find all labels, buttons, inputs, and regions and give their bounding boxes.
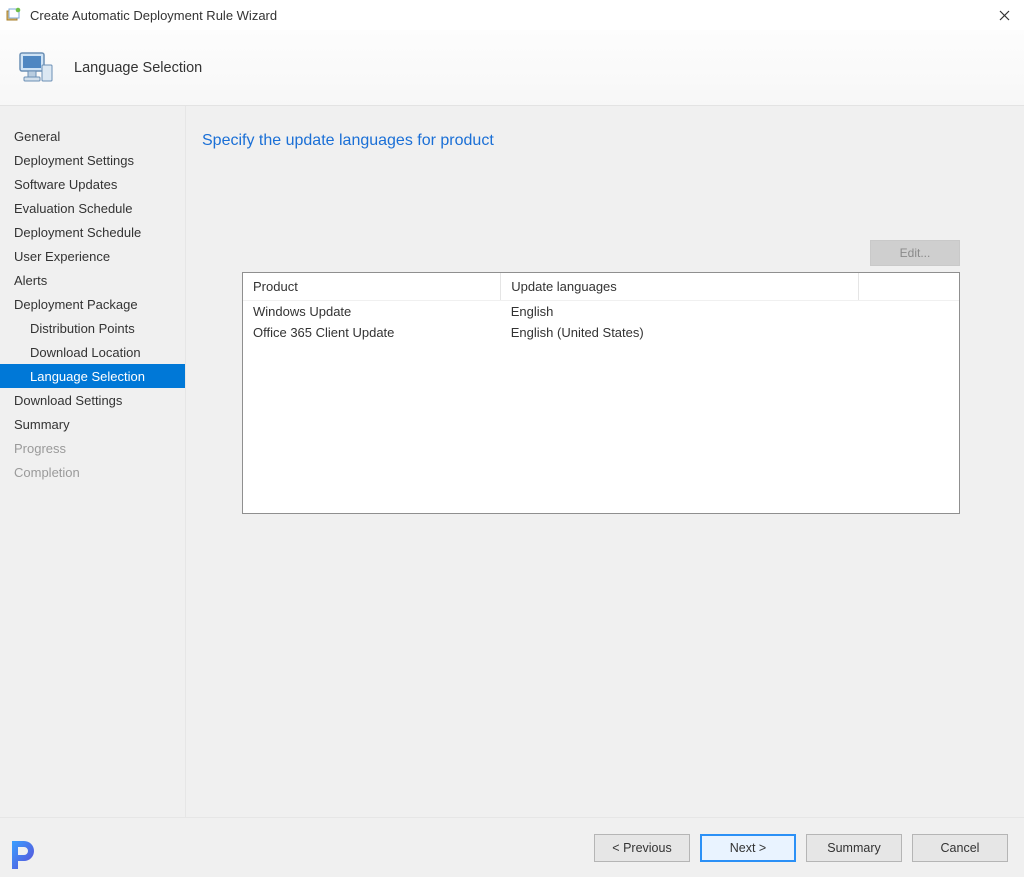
sidebar-item-deployment-package[interactable]: Deployment Package xyxy=(0,292,185,316)
cell-languages: English xyxy=(501,301,859,323)
cancel-button[interactable]: Cancel xyxy=(912,834,1008,862)
cell-product: Windows Update xyxy=(243,301,501,323)
language-grid[interactable]: Product Update languages Windows UpdateE… xyxy=(242,272,960,514)
computer-icon xyxy=(14,47,56,89)
col-languages[interactable]: Update languages xyxy=(501,273,859,301)
sidebar-item-language-selection[interactable]: Language Selection xyxy=(0,364,185,388)
sidebar-item-evaluation-schedule[interactable]: Evaluation Schedule xyxy=(0,196,185,220)
col-product[interactable]: Product xyxy=(243,273,501,301)
titlebar: Create Automatic Deployment Rule Wizard xyxy=(0,0,1024,30)
wizard-main: Specify the update languages for product… xyxy=(186,106,1024,817)
page-heading: Specify the update languages for product xyxy=(202,132,1000,150)
sidebar-item-general[interactable]: General xyxy=(0,124,185,148)
edit-button: Edit... xyxy=(870,240,960,266)
step-title: Language Selection xyxy=(74,60,202,76)
cell-languages: English (United States) xyxy=(501,322,859,343)
table-row[interactable]: Office 365 Client UpdateEnglish (United … xyxy=(243,322,959,343)
sidebar-item-progress: Progress xyxy=(0,436,185,460)
sidebar-item-completion: Completion xyxy=(0,460,185,484)
wizard-icon xyxy=(6,7,22,23)
sidebar-item-download-settings[interactable]: Download Settings xyxy=(0,388,185,412)
wizard-header: Language Selection xyxy=(0,30,1024,106)
wizard-body: GeneralDeployment SettingsSoftware Updat… xyxy=(0,106,1024,817)
sidebar-item-download-location[interactable]: Download Location xyxy=(0,340,185,364)
sidebar-item-distribution-points[interactable]: Distribution Points xyxy=(0,316,185,340)
summary-button[interactable]: Summary xyxy=(806,834,902,862)
sidebar-item-alerts[interactable]: Alerts xyxy=(0,268,185,292)
window-title: Create Automatic Deployment Rule Wizard xyxy=(30,8,277,23)
sidebar-item-deployment-schedule[interactable]: Deployment Schedule xyxy=(0,220,185,244)
sidebar-item-user-experience[interactable]: User Experience xyxy=(0,244,185,268)
table-row[interactable]: Windows UpdateEnglish xyxy=(243,301,959,323)
wizard-footer: < Previous Next > Summary Cancel xyxy=(0,817,1024,877)
sidebar-item-summary[interactable]: Summary xyxy=(0,412,185,436)
wizard-sidebar: GeneralDeployment SettingsSoftware Updat… xyxy=(0,106,186,817)
next-button[interactable]: Next > xyxy=(700,834,796,862)
sidebar-item-deployment-settings[interactable]: Deployment Settings xyxy=(0,148,185,172)
close-icon[interactable] xyxy=(992,6,1016,24)
previous-button[interactable]: < Previous xyxy=(594,834,690,862)
brand-logo-icon xyxy=(6,837,40,871)
cell-product: Office 365 Client Update xyxy=(243,322,501,343)
col-spacer xyxy=(859,273,959,301)
sidebar-item-software-updates[interactable]: Software Updates xyxy=(0,172,185,196)
